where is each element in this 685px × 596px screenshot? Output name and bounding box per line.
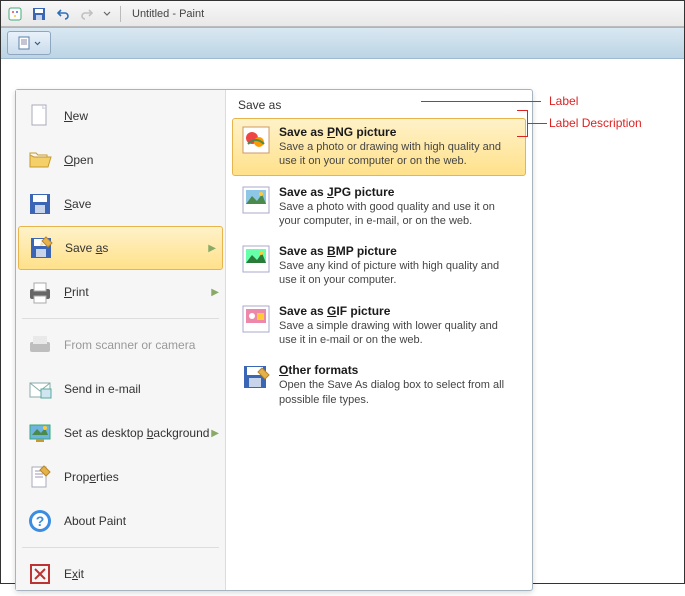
submenu-item-label: Save as BMP picture xyxy=(279,244,517,258)
ribbon-strip xyxy=(1,27,684,59)
qat-customize-icon[interactable] xyxy=(101,4,113,24)
submenu-title: Save as xyxy=(230,96,528,118)
menu-item-label: About Paint xyxy=(64,514,126,528)
title-bar: Untitled - Paint xyxy=(1,1,684,27)
document-icon xyxy=(17,36,31,50)
submenu-arrow-icon: ▶ xyxy=(211,287,219,298)
submenu-item-description: Save a photo with good quality and use i… xyxy=(279,200,517,229)
submenu-item-label: Save as PNG picture xyxy=(279,125,517,139)
submenu-item-description: Open the Save As dialog box to select fr… xyxy=(279,378,517,407)
qat-redo-icon[interactable] xyxy=(77,4,97,24)
submenu-item-description: Save any kind of picture with high quali… xyxy=(279,259,517,288)
menu-item-label: From scanner or camera xyxy=(64,338,195,352)
qat-undo-icon[interactable] xyxy=(53,4,73,24)
save-as-submenu: Save as Save as PNG pictureSave a photo … xyxy=(226,90,532,590)
menu-item-print[interactable]: Print ▶ xyxy=(16,270,225,314)
submenu-arrow-icon: ▶ xyxy=(211,428,219,439)
menu-item-label: Save as xyxy=(65,241,108,255)
menu-item-save-as[interactable]: Save as ▶ xyxy=(18,226,223,270)
gif-icon xyxy=(241,304,271,334)
menu-item-label: Properties xyxy=(64,470,119,484)
menu-item-label: New xyxy=(64,109,88,123)
menu-item-label: Exit xyxy=(64,567,84,581)
desktop-icon xyxy=(26,419,54,447)
menu-item-set-as-desktop-background[interactable]: Set as desktop background▶ xyxy=(16,411,225,455)
menu-item-open[interactable]: Open xyxy=(16,138,225,182)
paint-app-icon xyxy=(5,4,25,24)
save-as-icon xyxy=(27,234,55,262)
menu-item-label: Send in e-mail xyxy=(64,382,141,396)
menu-item-about-paint[interactable]: ? About Paint xyxy=(16,499,225,543)
submenu-item-description: Save a simple drawing with lower quality… xyxy=(279,319,517,348)
submenu-item-save-as-gif-picture[interactable]: Save as GIF pictureSave a simple drawing… xyxy=(232,297,526,355)
menu-item-properties[interactable]: Properties xyxy=(16,455,225,499)
menu-item-label: Print xyxy=(64,285,89,299)
file-menu-button[interactable] xyxy=(7,31,51,55)
menu-item-label: Open xyxy=(64,153,93,167)
menu-item-from-scanner-or-camera: From scanner or camera xyxy=(16,323,225,367)
file-menu-panel: New Open Save Save as ▶ Print ▶ From scanner or… xyxy=(15,89,533,591)
new-icon xyxy=(26,102,54,130)
jpg-icon xyxy=(241,185,271,215)
svg-text:?: ? xyxy=(36,513,45,529)
png-icon xyxy=(241,125,271,155)
menu-item-label: Set as desktop background xyxy=(64,426,209,440)
submenu-arrow-icon: ▶ xyxy=(208,243,216,254)
submenu-item-other-formats[interactable]: Other formatsOpen the Save As dialog box… xyxy=(232,356,526,414)
properties-icon xyxy=(26,463,54,491)
menu-item-send-in-e-mail[interactable]: Send in e-mail xyxy=(16,367,225,411)
scanner-icon xyxy=(26,331,54,359)
window-title: Untitled - Paint xyxy=(132,8,204,20)
file-menu-list: New Open Save Save as ▶ Print ▶ From scanner or… xyxy=(16,90,226,590)
submenu-item-description: Save a photo or drawing with high qualit… xyxy=(279,140,517,169)
submenu-item-save-as-png-picture[interactable]: Save as PNG pictureSave a photo or drawi… xyxy=(232,118,526,176)
open-icon xyxy=(26,146,54,174)
chevron-down-icon xyxy=(34,40,41,47)
save-icon xyxy=(26,190,54,218)
menu-item-save[interactable]: Save xyxy=(16,182,225,226)
submenu-item-save-as-jpg-picture[interactable]: Save as JPG pictureSave a photo with goo… xyxy=(232,178,526,236)
submenu-item-label: Save as GIF picture xyxy=(279,304,517,318)
other-icon xyxy=(241,363,271,393)
submenu-item-label: Save as JPG picture xyxy=(279,185,517,199)
menu-item-exit[interactable]: Exit xyxy=(16,552,225,596)
print-icon xyxy=(26,278,54,306)
about-icon: ? xyxy=(26,507,54,535)
submenu-item-label: Other formats xyxy=(279,363,517,377)
separator xyxy=(120,6,121,22)
submenu-item-save-as-bmp-picture[interactable]: Save as BMP pictureSave any kind of pict… xyxy=(232,237,526,295)
email-icon xyxy=(26,375,54,403)
qat-save-icon[interactable] xyxy=(29,4,49,24)
bmp-icon xyxy=(241,244,271,274)
menu-item-label: Save xyxy=(64,197,91,211)
menu-item-new[interactable]: New xyxy=(16,94,225,138)
